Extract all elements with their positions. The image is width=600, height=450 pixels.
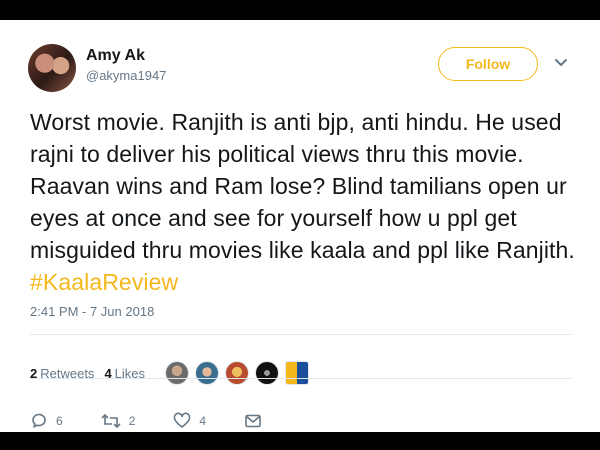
hashtag-link[interactable]: #KaalaReview xyxy=(30,269,178,295)
divider xyxy=(30,334,572,335)
retweet-icon xyxy=(101,413,121,429)
user-name[interactable]: Amy Ak xyxy=(86,47,145,65)
heart-icon xyxy=(174,412,191,428)
follow-button[interactable]: Follow xyxy=(438,47,538,81)
liker-avatar[interactable] xyxy=(195,361,219,385)
liker-avatar[interactable] xyxy=(165,361,189,385)
liker-avatar[interactable] xyxy=(255,361,279,385)
liker-avatar[interactable] xyxy=(225,361,249,385)
reply-icon xyxy=(32,413,46,428)
retweet-count: 2 xyxy=(128,414,136,428)
reply-count: 6 xyxy=(56,414,63,428)
tweet-body: Worst movie. Ranjith is anti bjp, anti h… xyxy=(30,109,575,263)
divider xyxy=(30,378,572,379)
tweet-timestamp[interactable]: 2:41 PM - 7 Jun 2018 xyxy=(30,304,154,319)
tweet-text: Worst movie. Ranjith is anti bjp, anti h… xyxy=(30,106,590,298)
like-count: 4 xyxy=(199,414,207,428)
retweet-button[interactable]: 2 xyxy=(101,412,136,430)
envelope-icon xyxy=(245,414,261,428)
user-handle[interactable]: @akyma1947 xyxy=(86,68,166,83)
tweet-actions: 6 2 4 xyxy=(30,412,300,430)
user-avatar[interactable] xyxy=(28,44,76,92)
reply-button[interactable]: 6 xyxy=(30,412,63,430)
tweet-card: Amy Ak @akyma1947 Follow Worst movie. Ra… xyxy=(0,20,600,432)
direct-message-button[interactable] xyxy=(244,413,262,429)
chevron-down-icon[interactable] xyxy=(554,58,568,68)
liker-avatars xyxy=(165,361,309,385)
like-button[interactable]: 4 xyxy=(173,412,206,430)
liker-avatar[interactable] xyxy=(285,361,309,385)
